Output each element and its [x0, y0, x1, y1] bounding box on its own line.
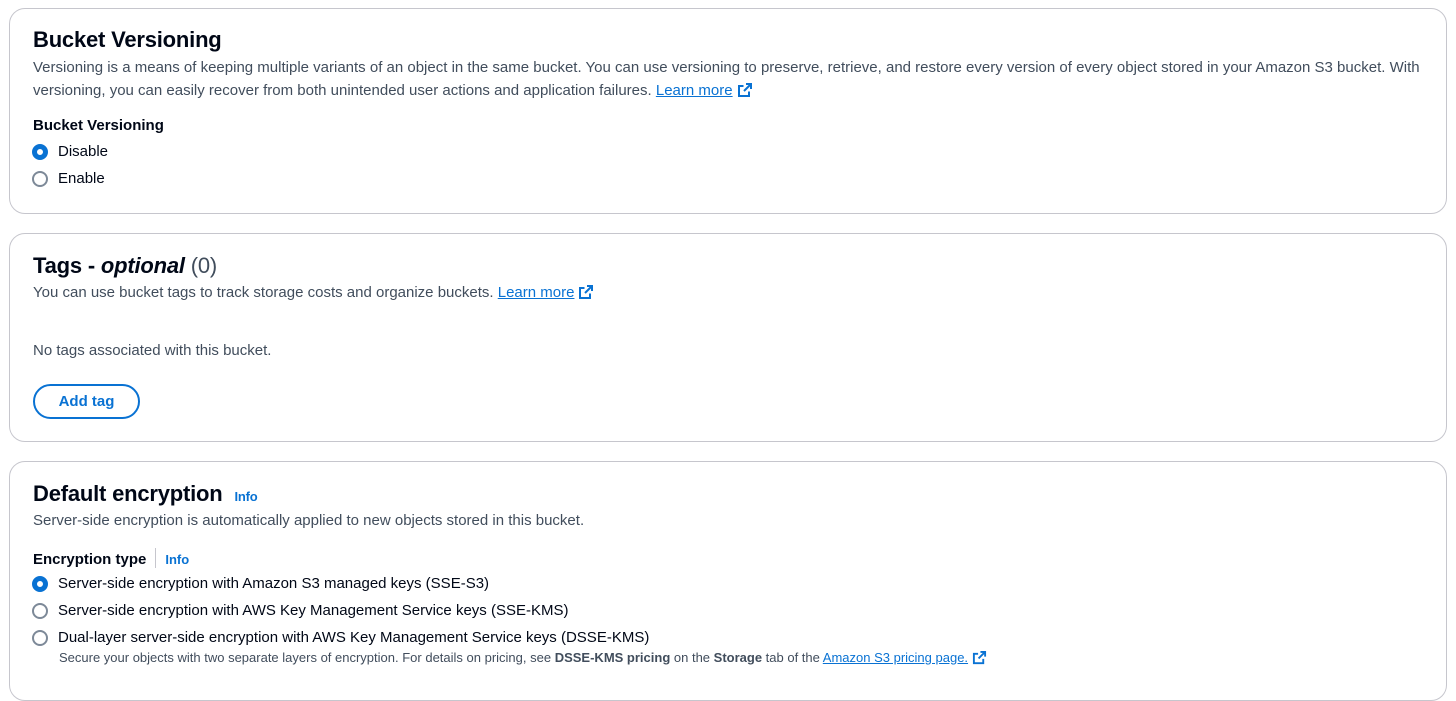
radio-unchecked-icon[interactable] — [32, 629, 48, 646]
bucket-versioning-panel: Bucket Versioning Versioning is a means … — [9, 8, 1447, 214]
encryption-type-label-text: Encryption type — [33, 551, 147, 568]
info-link[interactable]: Info — [234, 489, 257, 504]
external-link-icon — [972, 650, 987, 665]
bucket-versioning-description: Versioning is a means of keeping multipl… — [33, 56, 1433, 102]
description-text: You can use bucket tags to track storage… — [33, 284, 494, 301]
radio-disable[interactable]: Disable — [32, 143, 108, 160]
tags-description: You can use bucket tags to track storage… — [33, 281, 1433, 304]
label-divider — [155, 548, 157, 568]
info-link[interactable]: Info — [165, 552, 189, 567]
bucket-versioning-title: Bucket Versioning — [33, 27, 222, 52]
radio-label: Server-side encryption with AWS Key Mana… — [58, 602, 569, 619]
note-text: on the — [670, 650, 714, 665]
default-encryption-description: Server-side encryption is automatically … — [33, 512, 585, 529]
default-encryption-title: Default encryption Info — [33, 481, 258, 507]
external-link-icon — [737, 83, 752, 97]
tags-count: (0) — [190, 253, 218, 278]
radio-dsse-kms[interactable]: Dual-layer server-side encryption with A… — [32, 629, 649, 646]
learn-more-link[interactable]: Learn more — [656, 82, 753, 99]
default-encryption-title-text: Default encryption — [33, 481, 223, 506]
radio-label: Server-side encryption with Amazon S3 ma… — [58, 575, 490, 592]
radio-unchecked-icon[interactable] — [32, 602, 48, 619]
note-text: tab of the — [762, 650, 823, 665]
radio-checked-icon[interactable] — [32, 143, 48, 160]
add-tag-button[interactable]: Add tag — [33, 384, 140, 419]
radio-label: Disable — [58, 143, 109, 160]
bucket-versioning-field-label: Bucket Versioning — [33, 117, 164, 134]
no-tags-message: No tags associated with this bucket. — [33, 342, 272, 359]
tags-panel: Tags - optional (0) You can use bucket t… — [9, 233, 1447, 442]
note-bold-storage: Storage — [713, 650, 763, 665]
tags-title-optional: optional — [100, 253, 185, 278]
radio-sse-s3[interactable]: Server-side encryption with Amazon S3 ma… — [32, 575, 489, 592]
tags-title-prefix: Tags - — [33, 253, 101, 278]
note-bold-dsse-pricing: DSSE-KMS pricing — [554, 650, 671, 665]
default-encryption-panel: Default encryption Info Server-side encr… — [9, 461, 1447, 701]
radio-unchecked-icon[interactable] — [32, 170, 48, 187]
dsse-kms-note: Secure your objects with two separate la… — [59, 650, 987, 665]
encryption-type-label: Encryption type Info — [33, 548, 189, 568]
radio-label: Dual-layer server-side encryption with A… — [58, 629, 650, 646]
radio-enable[interactable]: Enable — [32, 170, 105, 187]
s3-pricing-link[interactable]: Amazon S3 pricing page. — [823, 650, 987, 665]
radio-sse-kms[interactable]: Server-side encryption with AWS Key Mana… — [32, 602, 568, 619]
external-link-icon — [579, 285, 594, 299]
learn-more-link[interactable]: Learn more — [498, 284, 595, 301]
radio-label: Enable — [58, 170, 105, 187]
note-text: Secure your objects with two separate la… — [59, 650, 555, 665]
radio-checked-icon[interactable] — [32, 575, 48, 592]
tags-title: Tags - optional (0) — [33, 253, 217, 279]
